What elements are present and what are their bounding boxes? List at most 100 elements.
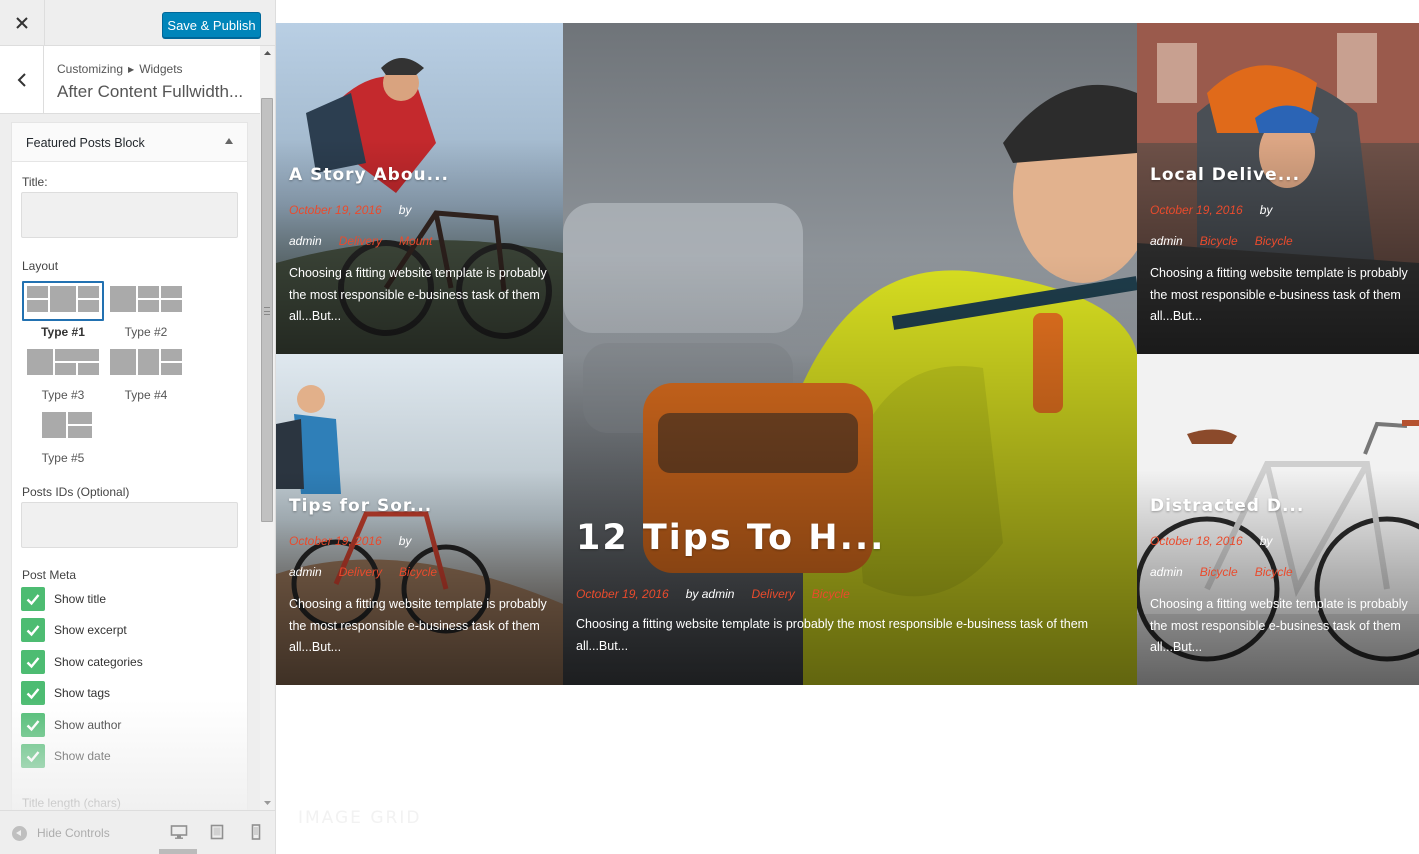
checkbox-label: Show excerpt: [54, 623, 127, 637]
post-category[interactable]: Delivery: [751, 587, 794, 601]
section-header: Customizing ▶ Widgets After Content Fullwi…: [0, 46, 260, 114]
desktop-icon[interactable]: [170, 824, 188, 840]
back-button[interactable]: [0, 46, 44, 114]
checkbox-label: Show categories: [54, 655, 143, 669]
post-date[interactable]: October 19, 2016: [289, 534, 382, 548]
post-title[interactable]: 12 Tips To H...: [576, 518, 885, 558]
tablet-icon[interactable]: [208, 824, 226, 840]
show-categories-checkbox[interactable]: Show categories: [21, 650, 241, 674]
checkbox-label: Show date: [54, 749, 111, 763]
hide-controls-button[interactable]: Hide Controls: [12, 823, 110, 843]
post-category[interactable]: Mount: [399, 234, 432, 248]
layout-caption: Type #4: [124, 388, 168, 402]
close-icon: [16, 17, 28, 29]
show-date-checkbox[interactable]: Show date: [21, 744, 241, 768]
featured-posts-widget: Featured Posts Block Title: Layout Type …: [11, 122, 248, 822]
checkbox-label: Show title: [54, 592, 107, 606]
customizer-sidebar: Save & Publish Customizing ▶ Widgets After…: [0, 0, 276, 854]
post-category[interactable]: Bicycle: [1255, 565, 1293, 579]
post-excerpt: Choosing a fitting website template is p…: [289, 597, 547, 654]
post-meta: October 19, 2016 by admin Bicycle Bicycle: [1150, 195, 1410, 257]
post-date[interactable]: October 19, 2016: [1150, 203, 1243, 217]
grip-icon: [264, 307, 270, 315]
show-title-checkbox[interactable]: Show title: [21, 587, 241, 611]
customizer-footer: Hide Controls: [0, 810, 275, 854]
breadcrumb-root: Customizing: [57, 62, 124, 76]
layout-option-type-3[interactable]: Type #3: [22, 344, 104, 402]
checkmark-icon: [21, 650, 45, 674]
collapse-arrow-icon[interactable]: [225, 138, 233, 144]
post-ids-label: Posts IDs (Optional): [22, 485, 130, 499]
layout-label: Layout: [22, 259, 59, 273]
close-customizer-button[interactable]: [0, 0, 45, 46]
checkmark-icon: [21, 681, 45, 705]
post-title[interactable]: A Story Abou...: [289, 165, 449, 185]
checkmark-icon: [21, 713, 45, 737]
post-card[interactable]: Distracted D... October 18, 2016 by admin…: [1137, 354, 1419, 685]
post-title[interactable]: Local Delive...: [1150, 165, 1300, 185]
save-publish-button[interactable]: Save & Publish: [162, 12, 261, 38]
title-length-label: Title length (chars): [22, 796, 121, 810]
post-card[interactable]: Local Delive... October 19, 2016 by admin…: [1137, 23, 1419, 354]
scrollbar-thumb[interactable]: [261, 98, 273, 522]
show-author-checkbox[interactable]: Show author: [21, 713, 241, 737]
layout-caption: Type #2: [124, 325, 168, 339]
show-tags-checkbox[interactable]: Show tags: [21, 681, 241, 705]
hide-controls-label: Hide Controls: [37, 826, 110, 840]
checkbox-label: Show tags: [54, 686, 111, 700]
chevron-left-icon: [17, 73, 26, 87]
scroll-up-arrow-icon[interactable]: [260, 46, 274, 60]
post-category[interactable]: Delivery: [339, 234, 382, 248]
customizer-header: Save & Publish: [0, 0, 275, 46]
title-input[interactable]: [21, 192, 238, 238]
post-author[interactable]: by admin: [686, 587, 735, 601]
site-preview: A Story Abou... October 19, 2016 by admin…: [276, 0, 1419, 854]
section-heading: IMAGE GRID: [298, 808, 422, 828]
post-title[interactable]: Tips for Sor...: [289, 496, 432, 516]
layout-caption: Type #1: [41, 325, 85, 339]
post-meta-label: Post Meta: [22, 568, 77, 582]
layout-type-5-icon: [27, 412, 99, 438]
section-title: After Content Fullwidth...: [57, 82, 244, 101]
post-excerpt: Choosing a fitting website template is p…: [1150, 266, 1408, 323]
post-meta: October 19, 2016 by admin Delivery Bicycle: [576, 579, 1136, 610]
layout-option-type-5[interactable]: Type #5: [22, 407, 104, 465]
post-title[interactable]: Distracted D...: [1150, 496, 1304, 516]
checkmark-icon: [21, 744, 45, 768]
featured-posts-grid: A Story Abou... October 19, 2016 by admin…: [276, 23, 1419, 685]
post-meta: October 19, 2016 by admin Delivery Bicycle: [289, 526, 549, 588]
layout-type-2-icon: [110, 286, 182, 312]
post-date[interactable]: October 19, 2016: [289, 203, 382, 217]
layout-caption: Type #3: [41, 388, 85, 402]
layout-type-1-icon: [27, 286, 99, 312]
show-excerpt-checkbox[interactable]: Show excerpt: [21, 618, 241, 642]
post-meta: October 18, 2016 by admin Bicycle Bicycle: [1150, 526, 1410, 588]
post-category[interactable]: Bicycle: [399, 565, 437, 579]
post-card[interactable]: Tips for Sor... October 19, 2016 by admin…: [276, 354, 563, 685]
widget-header[interactable]: Featured Posts Block: [12, 123, 247, 162]
checkmark-icon: [21, 618, 45, 642]
scroll-down-arrow-icon[interactable]: [260, 796, 274, 810]
post-ids-input[interactable]: [21, 502, 238, 548]
layout-option-type-2[interactable]: Type #2: [105, 281, 187, 339]
featured-post-card[interactable]: 12 Tips To H... October 19, 2016 by admin…: [563, 23, 1137, 685]
title-label: Title:: [22, 175, 48, 189]
post-meta: October 19, 2016 by admin Delivery Mount: [289, 195, 549, 257]
post-category[interactable]: Bicycle: [1255, 234, 1293, 248]
post-category[interactable]: Delivery: [339, 565, 382, 579]
post-date[interactable]: October 19, 2016: [576, 587, 669, 601]
post-category[interactable]: Bicycle: [1200, 565, 1238, 579]
layout-type-4-icon: [110, 349, 182, 375]
post-date[interactable]: October 18, 2016: [1150, 534, 1243, 548]
layout-type-3-icon: [27, 349, 99, 375]
mobile-icon[interactable]: [247, 824, 265, 840]
post-card[interactable]: A Story Abou... October 19, 2016 by admin…: [276, 23, 563, 354]
checkmark-icon: [21, 587, 45, 611]
breadcrumb-current: Widgets: [139, 62, 183, 76]
sidebar-scrollbar[interactable]: [260, 46, 274, 810]
post-category[interactable]: Bicycle: [1200, 234, 1238, 248]
layout-option-type-1[interactable]: Type #1: [22, 281, 104, 339]
post-category[interactable]: Bicycle: [812, 587, 850, 601]
post-excerpt: Choosing a fitting website template is p…: [1150, 597, 1408, 654]
layout-option-type-4[interactable]: Type #4: [105, 344, 187, 402]
